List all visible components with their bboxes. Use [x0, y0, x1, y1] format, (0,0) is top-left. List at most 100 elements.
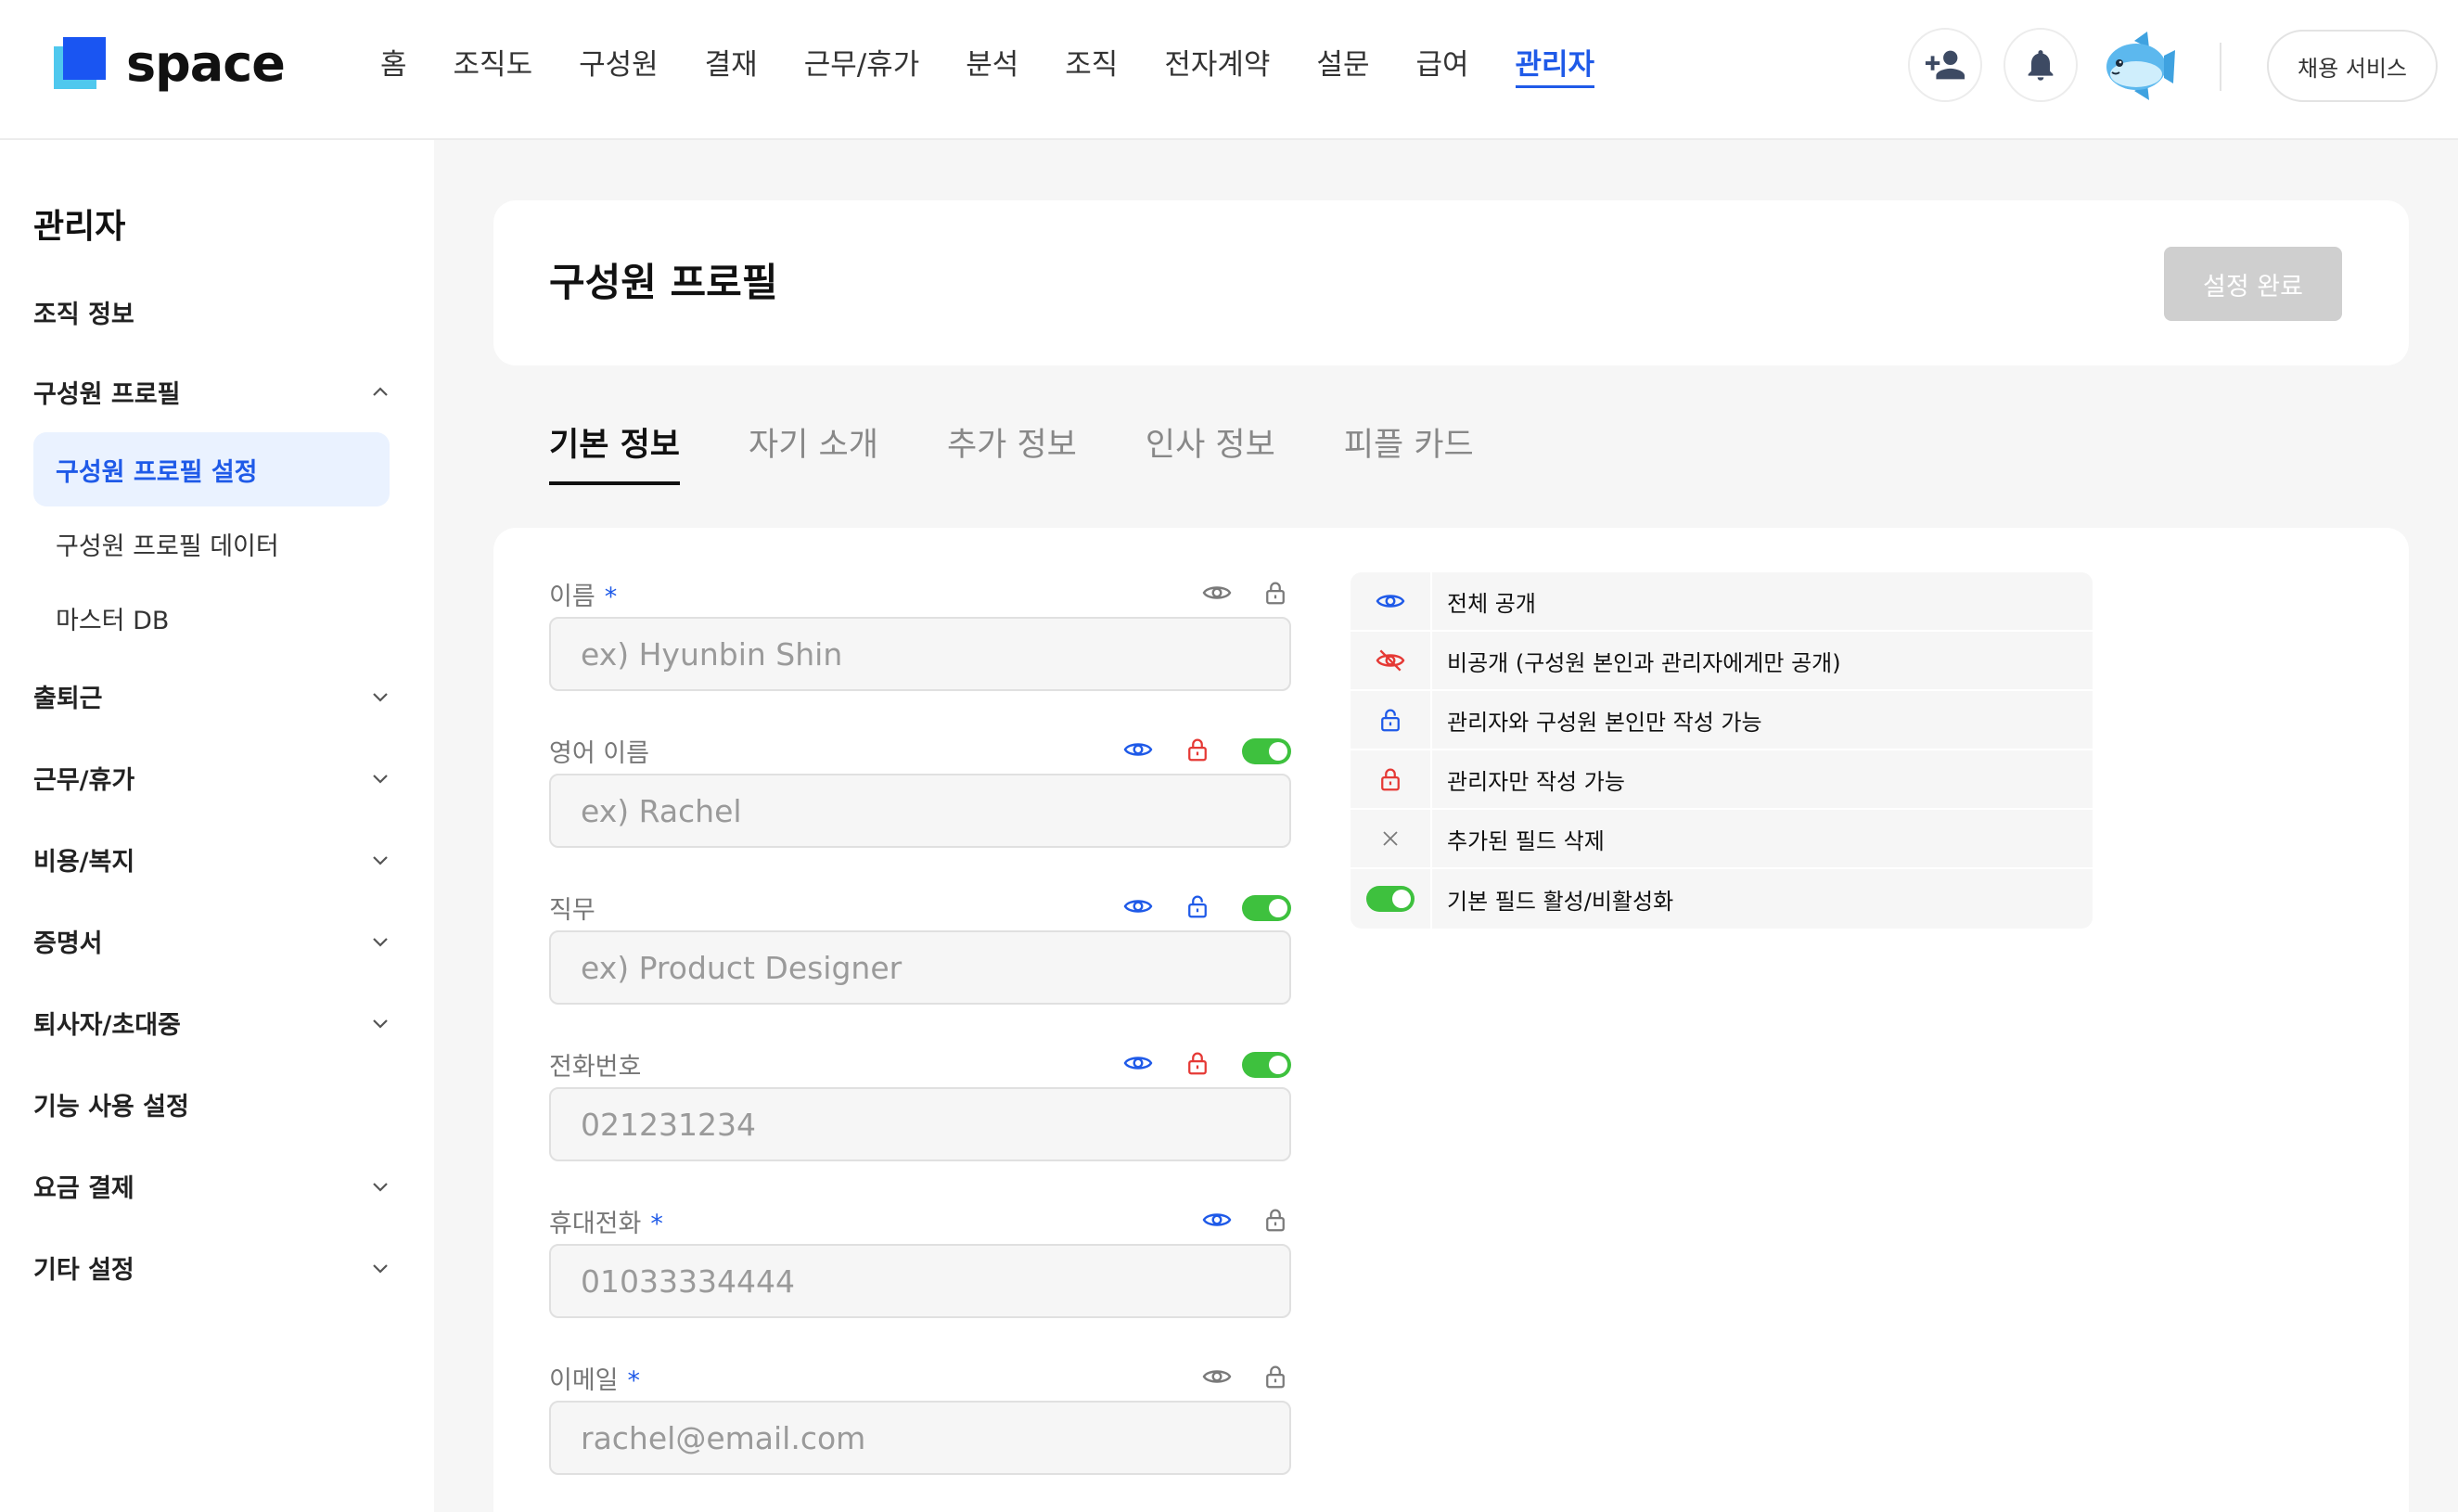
sidebar-item-expense-benefit[interactable]: 비용/복지 — [33, 841, 391, 878]
chevron-down-icon — [373, 1263, 388, 1274]
eye-icon — [1376, 595, 1405, 608]
field-toggle[interactable] — [1242, 1052, 1291, 1078]
legend-row-admin-and-self: 관리자와 구성원 본인만 작성 가능 — [1351, 690, 2093, 750]
eye-off-icon — [1376, 649, 1405, 672]
space-logo[interactable]: space — [54, 34, 286, 93]
notifications-button[interactable] — [2004, 28, 2078, 102]
legend-text: 비공개 (구성원 본인과 관리자에게만 공개) — [1447, 649, 1841, 676]
sidebar-item-billing[interactable]: 요금 결제 — [33, 1168, 391, 1204]
icon-legend: 전체 공개 비공개 (구성원 본인과 관리자에게만 공개) 관리자와 구성원 본… — [1351, 572, 2093, 929]
sidebar-subitem-profile-settings[interactable]: 구성원 프로필 설정 — [33, 432, 390, 506]
english-name-input[interactable] — [549, 774, 1291, 848]
main-nav: 홈 조직도 구성원 결재 근무/휴가 분석 조직 전자계약 설문 급여 관리자 — [380, 0, 1641, 131]
nav-item-admin[interactable]: 관리자 — [1515, 0, 1594, 131]
eye-icon[interactable] — [1121, 890, 1155, 923]
legend-row-toggle-field: 기본 필드 활성/비활성화 — [1351, 869, 2093, 929]
eye-icon[interactable] — [1200, 1203, 1234, 1237]
field-english-name: 영어 이름 — [549, 725, 1291, 848]
sidebar-item-label: 비용/복지 — [33, 848, 135, 877]
sidebar-subitem-profile-data[interactable]: 구성원 프로필 데이터 — [33, 506, 390, 581]
main-content: 구성원 프로필 설정 완료 기본 정보 자기 소개 추가 정보 인사 정보 피플… — [434, 140, 2458, 1512]
tab-people-card[interactable]: 피플 카드 — [1344, 418, 1474, 485]
sidebar-item-label: 조직 정보 — [33, 301, 134, 329]
chevron-up-icon — [373, 386, 388, 396]
profile-tabs: 기본 정보 자기 소개 추가 정보 인사 정보 피플 카드 — [549, 418, 1543, 493]
sidebar-item-certificates[interactable]: 증명서 — [33, 923, 391, 959]
invite-member-button[interactable] — [1908, 28, 1982, 102]
lock-open-icon[interactable] — [1181, 890, 1214, 923]
legend-row-public: 전체 공개 — [1351, 572, 2093, 632]
nav-item-approval[interactable]: 결재 — [705, 0, 758, 131]
sidebar-item-member-profile[interactable]: 구성원 프로필 — [33, 374, 391, 410]
sidebar-item-label: 퇴사자/초대중 — [33, 1011, 181, 1040]
field-label: 이메일 * — [549, 1366, 641, 1395]
lock-icon[interactable] — [1259, 1203, 1292, 1237]
basic-info-form: 이름* 영어 이름 — [493, 528, 2409, 1512]
sidebar-item-leavers-invited[interactable]: 퇴사자/초대중 — [33, 1005, 391, 1041]
lock-icon[interactable] — [1259, 576, 1292, 609]
lock-icon[interactable] — [1259, 1360, 1292, 1393]
nav-item-e-contract[interactable]: 전자계약 — [1164, 0, 1270, 131]
header-divider — [2220, 43, 2221, 91]
toggle-icon — [1366, 886, 1415, 912]
sidebar-item-label: 요금 결제 — [33, 1174, 134, 1203]
sidebar-item-org-info[interactable]: 조직 정보 — [33, 294, 391, 330]
eye-icon[interactable] — [1200, 576, 1234, 609]
nav-item-payroll[interactable]: 급여 — [1415, 0, 1468, 131]
field-email: 이메일 * — [549, 1352, 1292, 1475]
page-title: 구성원 프로필 — [549, 260, 778, 305]
nav-item-org-chart[interactable]: 조직도 — [454, 0, 533, 131]
nav-item-members[interactable]: 구성원 — [579, 0, 659, 131]
tab-hr-info[interactable]: 인사 정보 — [1146, 418, 1275, 485]
mobile-input[interactable] — [549, 1244, 1291, 1318]
sidebar-subitem-master-db[interactable]: 마스터 DB — [33, 581, 390, 655]
add-person-icon — [1925, 50, 1965, 80]
field-name: 이름 * — [549, 569, 1292, 691]
chevron-down-icon — [373, 1019, 388, 1029]
eye-icon[interactable] — [1121, 1046, 1155, 1080]
sidebar-item-label: 기능 사용 설정 — [33, 1093, 189, 1121]
sidebar-item-label: 구성원 프로필 — [33, 380, 181, 409]
lock-icon[interactable] — [1181, 733, 1214, 766]
field-toggle[interactable] — [1242, 895, 1291, 921]
name-input[interactable] — [549, 617, 1291, 691]
field-label: 휴대전화 * — [549, 1210, 663, 1238]
legend-text: 기본 필드 활성/비활성화 — [1447, 888, 1674, 915]
tab-additional-info[interactable]: 추가 정보 — [947, 418, 1077, 485]
chevron-down-icon — [373, 855, 388, 865]
logo-text: space — [126, 34, 286, 93]
tab-self-intro[interactable]: 자기 소개 — [749, 418, 878, 485]
close-icon — [1383, 831, 1398, 846]
recruit-service-button[interactable]: 채용 서비스 — [2267, 30, 2438, 102]
field-label: 직무 — [549, 896, 595, 925]
phone-input[interactable] — [549, 1087, 1291, 1161]
field-toggle[interactable] — [1242, 738, 1291, 764]
nav-item-home[interactable]: 홈 — [380, 0, 407, 131]
tab-basic-info[interactable]: 기본 정보 — [549, 418, 680, 485]
sidebar-item-work-leave[interactable]: 근무/휴가 — [33, 760, 391, 796]
chevron-down-icon — [373, 692, 388, 702]
sidebar-item-other-settings[interactable]: 기타 설정 — [33, 1249, 391, 1286]
lock-icon[interactable] — [1181, 1046, 1214, 1080]
sidebar-item-feature-settings[interactable]: 기능 사용 설정 — [33, 1086, 391, 1122]
email-input[interactable] — [549, 1401, 1291, 1475]
user-avatar[interactable] — [2101, 28, 2177, 104]
legend-text: 전체 공개 — [1447, 590, 1536, 617]
sidebar-item-attendance[interactable]: 출퇴근 — [33, 678, 391, 714]
legend-row-private: 비공개 (구성원 본인과 관리자에게만 공개) — [1351, 631, 2093, 691]
nav-item-analytics[interactable]: 분석 — [966, 0, 1018, 131]
eye-icon[interactable] — [1121, 733, 1155, 766]
eye-icon[interactable] — [1200, 1360, 1234, 1393]
save-settings-button[interactable]: 설정 완료 — [2164, 247, 2342, 321]
logo-mark-icon — [54, 37, 108, 91]
nav-item-survey[interactable]: 설문 — [1316, 0, 1369, 131]
nav-item-work-leave[interactable]: 근무/휴가 — [804, 0, 920, 131]
field-job: 직무 — [549, 882, 1291, 1005]
field-phone: 전화번호 — [549, 1039, 1291, 1161]
legend-text: 관리자만 작성 가능 — [1447, 768, 1625, 795]
job-input[interactable] — [549, 930, 1291, 1005]
top-navigation-bar: space 홈 조직도 구성원 결재 근무/휴가 분석 조직 전자계약 설문 급… — [0, 0, 2458, 140]
nav-item-organization[interactable]: 조직 — [1065, 0, 1118, 131]
chevron-down-icon — [373, 774, 388, 784]
admin-sidebar: 관리자 조직 정보 구성원 프로필 구성원 프로필 설정 구성원 프로필 데이터… — [0, 140, 434, 1512]
